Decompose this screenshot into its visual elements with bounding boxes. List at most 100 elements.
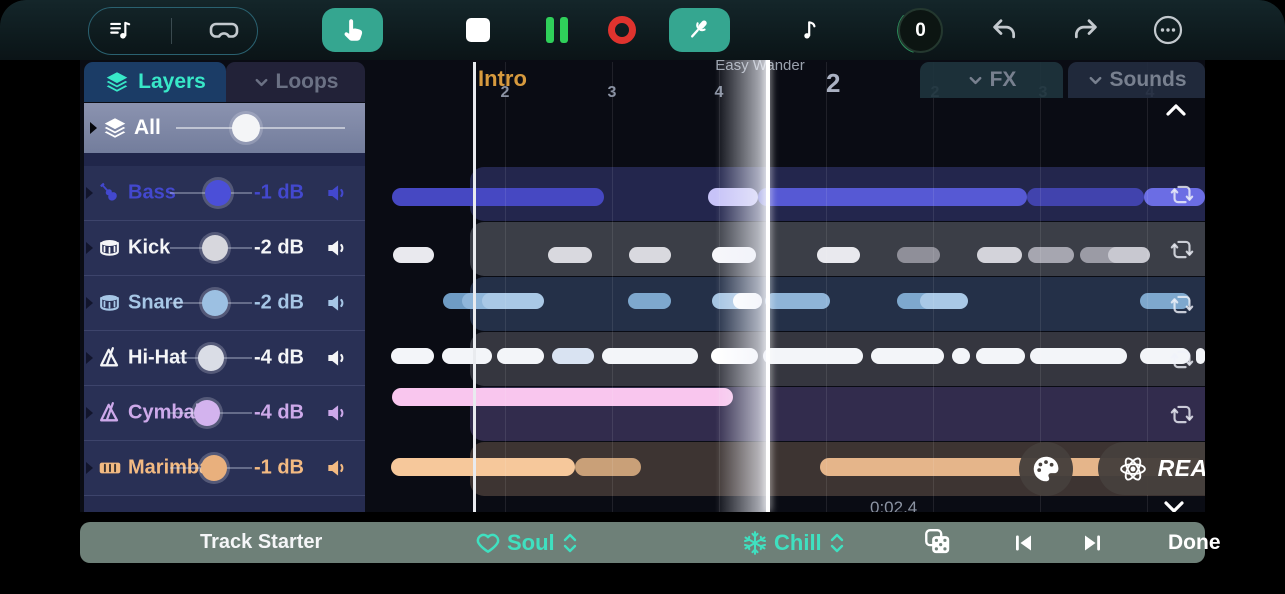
mode-segmented-control[interactable] <box>88 7 258 55</box>
track-volume-knob[interactable] <box>194 400 220 426</box>
loop-icon[interactable] <box>1169 346 1195 373</box>
note-block[interactable] <box>393 247 434 263</box>
note-block[interactable] <box>817 247 860 263</box>
note-block[interactable] <box>977 247 1022 263</box>
speaker-icon[interactable] <box>324 235 350 261</box>
note-block[interactable] <box>392 188 604 206</box>
note-block[interactable] <box>952 348 970 364</box>
snowflake-icon <box>742 530 768 556</box>
expand-down-button[interactable] <box>1162 498 1186 512</box>
note-block[interactable] <box>920 293 968 309</box>
note-block[interactable] <box>629 247 671 263</box>
note-block[interactable] <box>763 348 863 364</box>
record-button[interactable] <box>608 16 636 44</box>
disclosure-triangle-icon[interactable] <box>86 462 93 474</box>
note-block[interactable] <box>391 458 575 476</box>
redo-button[interactable] <box>1070 17 1100 43</box>
speaker-icon[interactable] <box>324 400 350 426</box>
speaker-icon[interactable] <box>324 180 350 206</box>
note-block[interactable] <box>1196 348 1205 364</box>
collapse-up-button[interactable] <box>1164 101 1188 119</box>
note-block[interactable] <box>391 348 434 364</box>
speaker-icon[interactable] <box>324 345 350 371</box>
lane-cymbal[interactable] <box>470 387 1205 441</box>
disclosure-triangle-icon[interactable] <box>86 297 93 309</box>
note-block[interactable] <box>575 458 641 476</box>
note-block[interactable] <box>1108 247 1150 263</box>
note-block[interactable] <box>628 293 671 309</box>
note-block[interactable] <box>733 293 762 309</box>
partial-next-track-row[interactable] <box>84 496 365 512</box>
master-layer-row[interactable]: All <box>84 103 365 153</box>
hand-tool-button[interactable] <box>322 8 383 52</box>
note-block[interactable] <box>442 348 492 364</box>
pause-button[interactable] <box>546 17 568 43</box>
track-volume-knob[interactable] <box>202 235 228 261</box>
music-queue-icon[interactable] <box>108 18 134 44</box>
song-title: Easy Wander <box>650 60 870 74</box>
lane-hi-hat[interactable] <box>470 332 1205 386</box>
mood-selector[interactable]: Chill <box>742 522 846 563</box>
loop-icon[interactable] <box>1169 236 1195 263</box>
speaker-icon[interactable] <box>324 455 350 481</box>
skip-forward-button[interactable] <box>1080 522 1106 563</box>
note-block[interactable] <box>758 188 1027 206</box>
note-block[interactable] <box>482 293 544 309</box>
note-block[interactable] <box>708 188 758 206</box>
done-button[interactable]: Done <box>1168 522 1221 563</box>
track-volume-knob[interactable] <box>198 345 224 371</box>
stop-button[interactable] <box>466 18 490 42</box>
note-block[interactable] <box>765 293 830 309</box>
more-options-button[interactable] <box>1152 14 1184 46</box>
skip-back-button[interactable] <box>1010 522 1036 563</box>
track-volume-knob[interactable] <box>205 180 231 206</box>
lane-marimba[interactable] <box>470 442 1205 496</box>
note-block[interactable] <box>552 348 594 364</box>
track-row-cymbal[interactable]: Cymbal-4 dB <box>84 386 365 441</box>
lane-kick[interactable] <box>470 222 1205 276</box>
track-row-snare[interactable]: Snare-2 dB <box>84 276 365 331</box>
music-note-button[interactable] <box>799 17 823 43</box>
note-block[interactable] <box>1027 188 1144 206</box>
palette-button[interactable] <box>1019 442 1073 496</box>
genre-selector[interactable]: Soul <box>475 522 579 563</box>
tab-loops[interactable]: Loops <box>226 62 365 102</box>
track-row-bass[interactable]: Bass-1 dB <box>84 166 365 221</box>
track-volume-knob[interactable] <box>202 290 228 316</box>
master-volume-slider[interactable] <box>176 127 345 129</box>
tab-sounds[interactable]: Sounds <box>1068 62 1205 98</box>
note-block[interactable] <box>392 388 733 406</box>
note-block[interactable] <box>1030 348 1127 364</box>
track-volume-knob[interactable] <box>201 455 227 481</box>
lane-snare[interactable] <box>470 277 1205 331</box>
loop-icon[interactable] <box>1169 181 1195 208</box>
disclosure-triangle-icon[interactable] <box>86 187 93 199</box>
react-button[interactable]: REACT <box>1098 442 1205 495</box>
note-block[interactable] <box>548 247 592 263</box>
chevron-down-icon <box>967 72 984 89</box>
disclosure-triangle-icon[interactable] <box>86 407 93 419</box>
randomize-button[interactable] <box>922 522 954 563</box>
master-volume-knob[interactable] <box>232 114 260 142</box>
tab-layers[interactable]: Layers <box>84 62 226 102</box>
note-block[interactable] <box>1028 247 1074 263</box>
disclosure-triangle-icon[interactable] <box>86 352 93 364</box>
speaker-icon[interactable] <box>324 290 350 316</box>
timeline[interactable]: Intro 2 Easy Wander FX Sounds 0:02.4 <box>390 60 1205 512</box>
take-counter[interactable]: 0 <box>898 8 943 53</box>
undo-button[interactable] <box>990 17 1020 43</box>
loop-icon[interactable] <box>1169 291 1195 318</box>
note-block[interactable] <box>602 348 698 364</box>
goggles-icon[interactable] <box>209 20 239 42</box>
loop-icon[interactable] <box>1169 401 1195 428</box>
disclosure-triangle-icon[interactable] <box>90 122 97 134</box>
track-row-marimba[interactable]: Marimba-1 dB <box>84 441 365 496</box>
microphone-button[interactable] <box>669 8 730 52</box>
tab-fx[interactable]: FX <box>920 62 1063 98</box>
track-row-kick[interactable]: Kick-2 dB <box>84 221 365 276</box>
note-block[interactable] <box>976 348 1025 364</box>
lane-bass[interactable] <box>470 167 1205 221</box>
project-name[interactable]: Track Starter <box>200 522 322 563</box>
track-row-hi-hat[interactable]: Hi-Hat-4 dB <box>84 331 365 386</box>
disclosure-triangle-icon[interactable] <box>86 242 93 254</box>
